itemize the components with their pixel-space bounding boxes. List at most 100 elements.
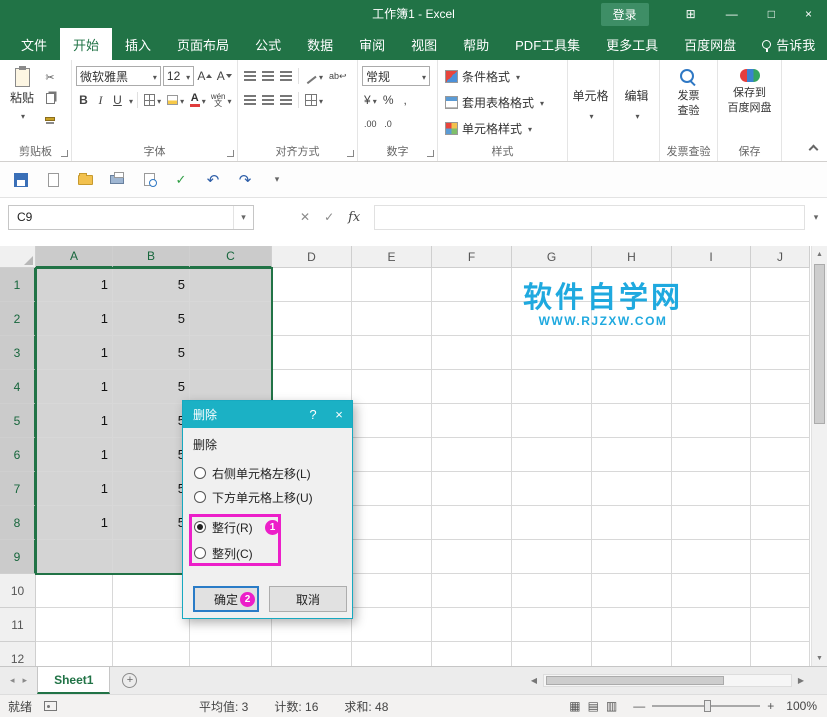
new-workbook-button[interactable] (44, 171, 62, 189)
horizontal-scrollbar[interactable]: ◀ ▶ (525, 667, 827, 694)
formula-input[interactable] (374, 205, 805, 230)
cell-H1[interactable] (592, 268, 672, 302)
vertical-scrollbar[interactable]: ▲ ▼ (811, 246, 827, 666)
tab-pdf-tools[interactable]: PDF工具集 (502, 28, 593, 60)
accounting-format-button[interactable]: ¥ (362, 90, 379, 110)
save-to-baidu-button[interactable]: 保存到 百度网盘 (721, 63, 778, 115)
tab-data[interactable]: 数据 (294, 28, 346, 60)
cell-G10[interactable] (512, 574, 592, 608)
cell-H11[interactable] (592, 608, 672, 642)
tab-insert[interactable]: 插入 (112, 28, 164, 60)
cell-G11[interactable] (512, 608, 592, 642)
cell-B10[interactable] (113, 574, 190, 608)
cell-B8[interactable]: 5 (113, 506, 190, 540)
cell-C1[interactable] (190, 268, 272, 302)
cancel-entry-button[interactable]: ✕ (300, 210, 310, 224)
chevron-down-icon[interactable]: ▾ (233, 206, 253, 229)
cell-I4[interactable] (672, 370, 751, 404)
percent-style-button[interactable]: % (381, 90, 396, 110)
format-painter-button[interactable] (41, 111, 59, 127)
row-header-10[interactable]: 10 (0, 574, 36, 608)
tab-baidu-netdisk[interactable]: 百度网盘 (671, 28, 749, 60)
column-header-I[interactable]: I (672, 246, 751, 268)
cell-J11[interactable] (751, 608, 810, 642)
cell-E12[interactable] (352, 642, 432, 666)
cell-A3[interactable]: 1 (36, 336, 113, 370)
cell-A12[interactable] (36, 642, 113, 666)
cell-G1[interactable] (512, 268, 592, 302)
increase-decimal-button[interactable]: .00 (362, 114, 379, 134)
align-bottom-button[interactable] (278, 66, 294, 86)
cell-C3[interactable] (190, 336, 272, 370)
font-size-select[interactable]: 12 (163, 66, 194, 86)
cell-A1[interactable]: 1 (36, 268, 113, 302)
cell-C2[interactable] (190, 302, 272, 336)
cell-H6[interactable] (592, 438, 672, 472)
cell-J7[interactable] (751, 472, 810, 506)
enter-entry-button[interactable]: ✓ (324, 210, 334, 224)
dialog-title-bar[interactable]: 删除 ? × (183, 401, 352, 428)
cell-G9[interactable] (512, 540, 592, 574)
increase-font-size-button[interactable]: A (196, 66, 213, 86)
cell-F3[interactable] (432, 336, 512, 370)
cell-J3[interactable] (751, 336, 810, 370)
cell-E6[interactable] (352, 438, 432, 472)
cell-A10[interactable] (36, 574, 113, 608)
zoom-in-button[interactable]: + (767, 699, 774, 713)
cell-A5[interactable]: 1 (36, 404, 113, 438)
conditional-formatting-button[interactable]: 条件格式 (441, 63, 564, 89)
column-header-A[interactable]: A (36, 246, 113, 268)
cell-F5[interactable] (432, 404, 512, 438)
cell-G4[interactable] (512, 370, 592, 404)
cell-J5[interactable] (751, 404, 810, 438)
italic-button[interactable]: I (93, 90, 108, 110)
cut-button[interactable]: ✂ (41, 69, 59, 85)
tab-home[interactable]: 开始 (60, 28, 112, 60)
column-header-F[interactable]: F (432, 246, 512, 268)
cell-I11[interactable] (672, 608, 751, 642)
column-header-C[interactable]: C (190, 246, 272, 268)
row-header-12[interactable]: 12 (0, 642, 36, 666)
align-right-button[interactable] (278, 90, 294, 110)
insert-function-button[interactable]: fx (348, 210, 360, 225)
column-header-D[interactable]: D (272, 246, 352, 268)
cell-F1[interactable] (432, 268, 512, 302)
row-header-6[interactable]: 6 (0, 438, 36, 472)
dialog-option-2[interactable]: 下方单元格上移(U) (194, 486, 313, 508)
cell-styles-button[interactable]: 单元格样式 (441, 115, 564, 141)
cell-H10[interactable] (592, 574, 672, 608)
horizontal-scroll-thumb[interactable] (546, 676, 724, 685)
page-break-view-button[interactable]: ▥ (606, 699, 617, 713)
customize-quick-access-button[interactable]: ▾ (268, 171, 286, 189)
cell-B1[interactable]: 5 (113, 268, 190, 302)
row-header-2[interactable]: 2 (0, 302, 36, 336)
cell-F7[interactable] (432, 472, 512, 506)
redo-button[interactable]: ↷ (236, 171, 254, 189)
cell-B2[interactable]: 5 (113, 302, 190, 336)
tab-more-tools[interactable]: 更多工具 (593, 28, 671, 60)
cell-D2[interactable] (272, 302, 352, 336)
cells-button[interactable]: 单元格 (571, 63, 610, 145)
font-color-button[interactable]: A (188, 90, 207, 110)
align-center-button[interactable] (260, 90, 276, 110)
cell-I8[interactable] (672, 506, 751, 540)
sheet-tab-sheet1[interactable]: Sheet1 (37, 667, 110, 694)
cell-F6[interactable] (432, 438, 512, 472)
new-sheet-button[interactable]: + (110, 667, 149, 694)
cell-G6[interactable] (512, 438, 592, 472)
cell-D1[interactable] (272, 268, 352, 302)
align-top-button[interactable] (242, 66, 258, 86)
select-all-button[interactable] (0, 246, 36, 268)
cell-C4[interactable] (190, 370, 272, 404)
cell-J10[interactable] (751, 574, 810, 608)
cell-B6[interactable]: 5 (113, 438, 190, 472)
cell-G5[interactable] (512, 404, 592, 438)
format-as-table-button[interactable]: 套用表格格式 (441, 89, 564, 115)
tab-view[interactable]: 视图 (398, 28, 450, 60)
decrease-font-size-button[interactable]: A (216, 66, 233, 86)
tab-tell-me[interactable]: 告诉我 (749, 28, 827, 60)
cell-E4[interactable] (352, 370, 432, 404)
row-header-11[interactable]: 11 (0, 608, 36, 642)
tab-review[interactable]: 审阅 (346, 28, 398, 60)
dialog-help-button[interactable]: ? (300, 407, 326, 422)
